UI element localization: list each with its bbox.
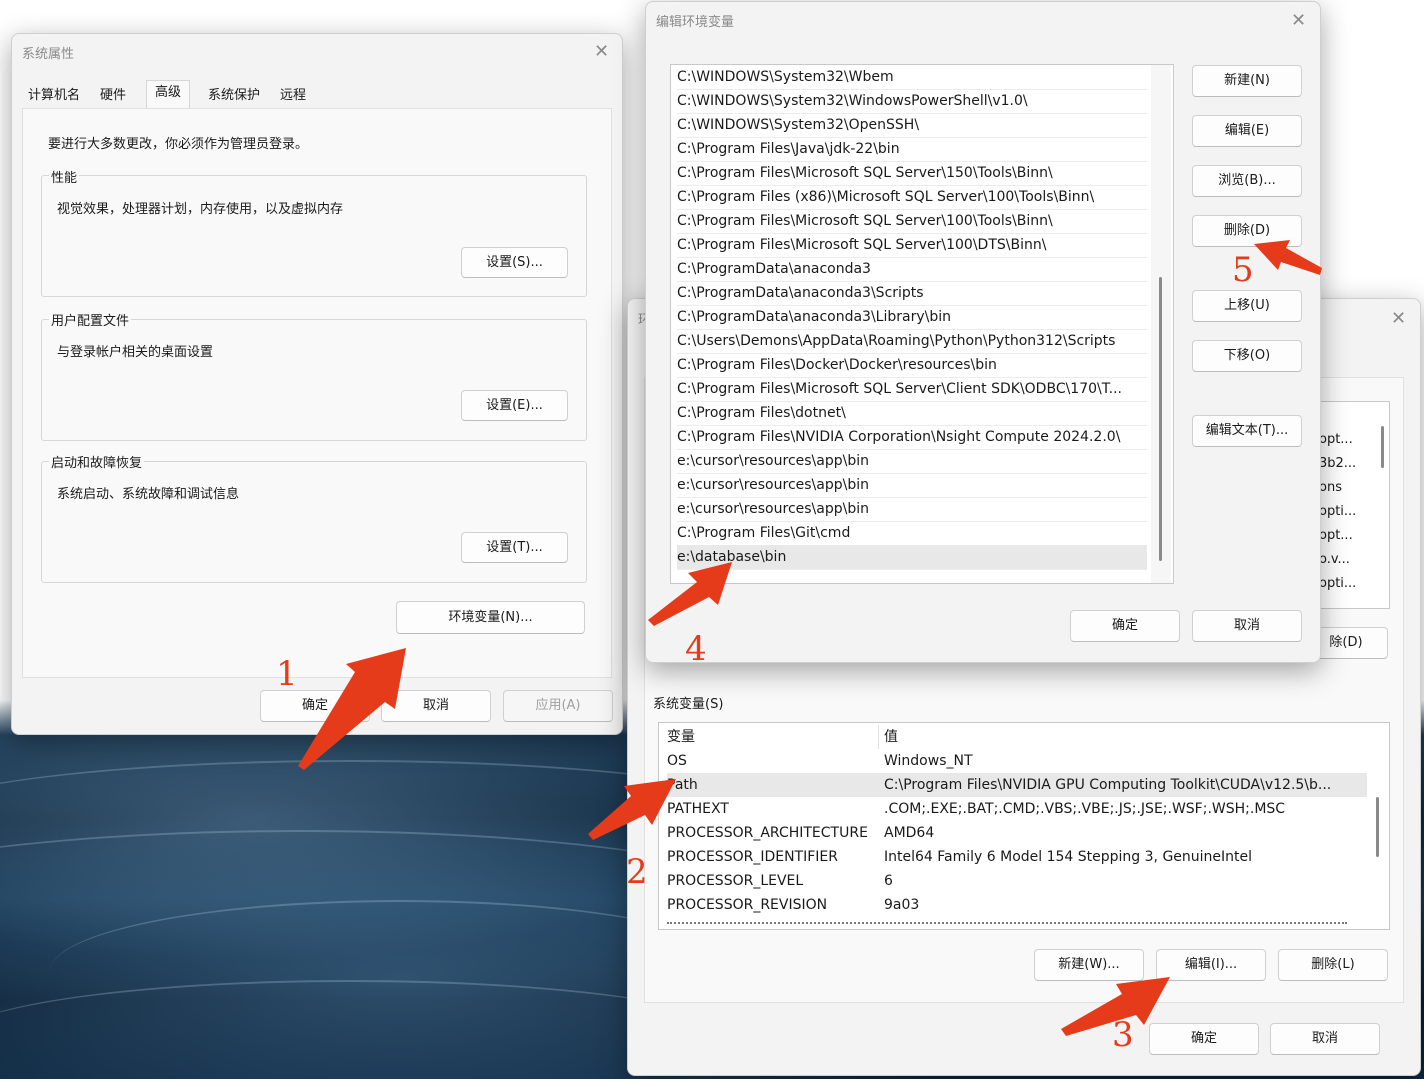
annotation-marker-3: 3 <box>1112 1015 1134 1055</box>
annotation-marker-2: 2 <box>626 852 648 892</box>
arrow-5 <box>1254 240 1322 275</box>
annotation-arrows <box>298 240 1322 1036</box>
arrow-4 <box>648 562 732 626</box>
arrow-2 <box>588 779 676 840</box>
arrow-1 <box>298 648 406 770</box>
annotation-marker-1: 1 <box>276 654 298 694</box>
annotation-marker-4: 4 <box>685 629 707 669</box>
annotation-marker-5: 5 <box>1232 250 1254 290</box>
